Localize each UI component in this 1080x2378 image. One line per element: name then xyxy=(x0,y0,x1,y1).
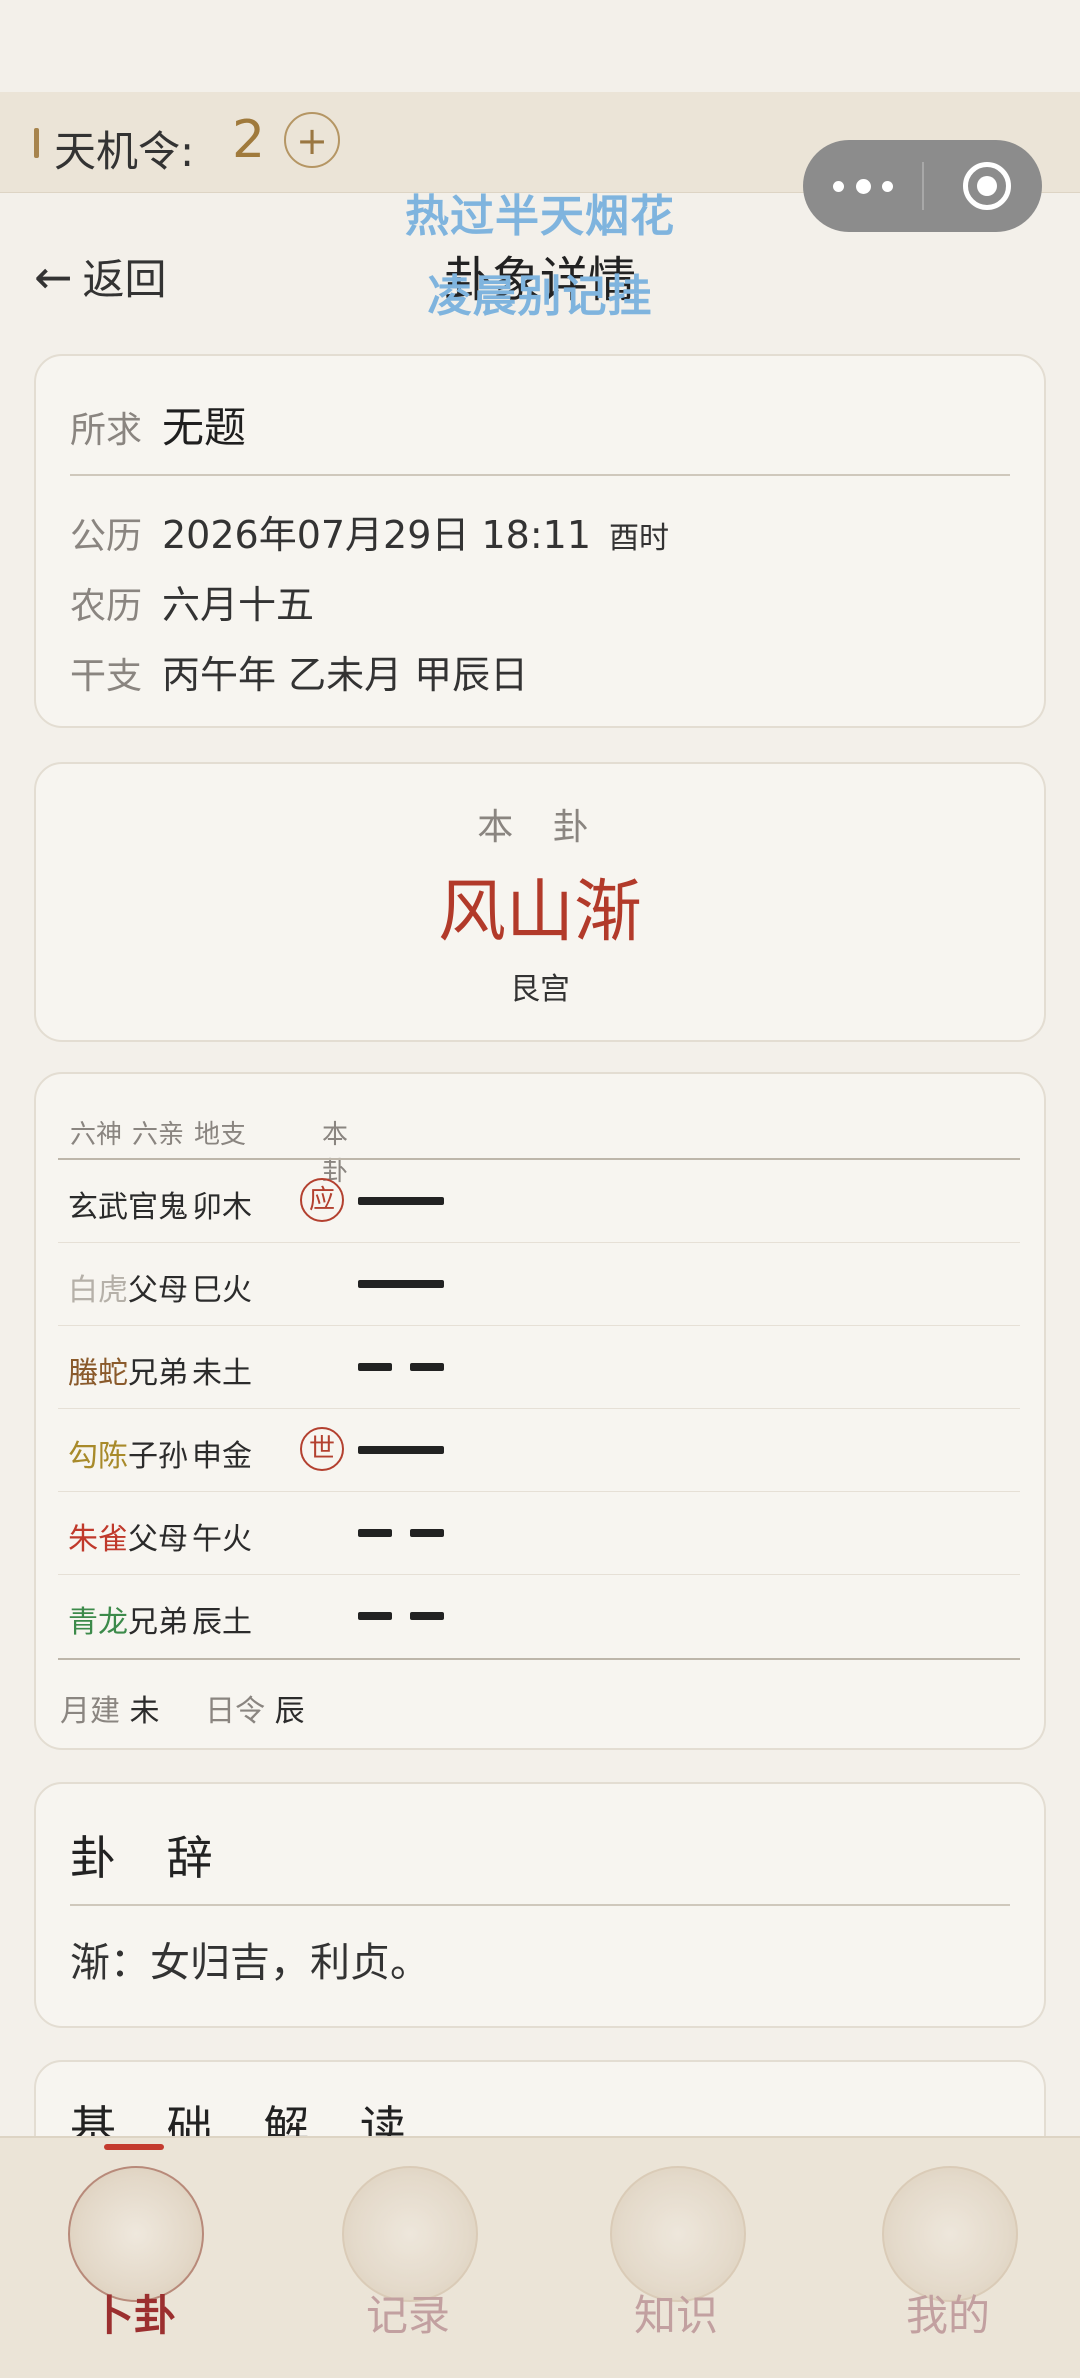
dizhi: 未土 xyxy=(192,1356,252,1391)
gua-label: 本 卦 xyxy=(477,807,603,848)
info-card: 所求 无题 公历 2026年07月29日 18:11 酉时 农历 六月十五 干支… xyxy=(34,354,1046,728)
tab-label: 记录 xyxy=(365,2291,450,2340)
seek-row: 所求 无题 xyxy=(70,394,246,455)
tab-records[interactable]: 记录 xyxy=(328,2166,488,2342)
yang-line xyxy=(358,1280,444,1288)
header-liuqin: 六亲 xyxy=(132,1120,185,1150)
header-dizhi: 地支 xyxy=(194,1120,247,1150)
guaci-text: 渐：女归吉，利贞。 xyxy=(70,1940,430,1986)
liuqin: 子孙 xyxy=(128,1439,188,1474)
liushen: 玄武 xyxy=(68,1190,128,1225)
yao-row: 朱雀 父母 午火 xyxy=(58,1492,1020,1575)
tab-mine[interactable]: 我的 xyxy=(868,2166,1028,2342)
seek-value: 无题 xyxy=(162,403,247,452)
tab-label: 知识 xyxy=(633,2291,718,2340)
solar-hour: 酉时 xyxy=(609,521,670,556)
yin-line xyxy=(358,1612,444,1620)
yao-row: 螣蛇 兄弟 未土 xyxy=(58,1326,1020,1409)
liushen: 朱雀 xyxy=(68,1522,128,1557)
add-token-button[interactable]: + xyxy=(284,112,340,168)
yang-line xyxy=(358,1446,444,1454)
liushen: 白虎 xyxy=(68,1273,128,1308)
liuqin: 父母 xyxy=(128,1273,188,1308)
solar-row: 公历 2026年07月29日 18:11 酉时 xyxy=(70,504,669,559)
gua-card: 本 卦 风山渐 艮宫 xyxy=(34,762,1046,1042)
dizhi: 午火 xyxy=(192,1522,252,1557)
month-value: 未 xyxy=(129,1694,160,1729)
active-tab-indicator xyxy=(104,2144,164,2150)
table-header: 六神 六亲 地支 本卦 xyxy=(70,1114,348,1187)
dizhi: 卯木 xyxy=(192,1190,252,1225)
month-label: 月建 xyxy=(60,1694,120,1729)
yang-line xyxy=(358,1197,444,1205)
liushen: 螣蛇 xyxy=(68,1356,128,1391)
guaci-card: 卦 辞 渐：女归吉，利贞。 xyxy=(34,1782,1046,2028)
dizhi: 辰土 xyxy=(192,1605,252,1640)
info-divider xyxy=(70,474,1010,476)
status-bar xyxy=(0,0,1080,92)
ganzhi-value: 丙午年 乙未月 甲辰日 xyxy=(162,653,529,697)
seek-label: 所求 xyxy=(70,410,143,451)
table-footer: 月建 未 日令 辰 xyxy=(60,1686,341,1730)
day-value: 辰 xyxy=(274,1694,305,1729)
dizhi: 巳火 xyxy=(192,1273,252,1308)
ganzhi-row: 干支 丙午年 乙未月 甲辰日 xyxy=(70,644,528,699)
guaci-divider xyxy=(70,1904,1010,1906)
gua-name: 风山渐 xyxy=(437,873,642,952)
yao-row: 青龙 兄弟 辰土 xyxy=(58,1575,1020,1657)
solar-value: 2026年07月29日 18:11 xyxy=(162,513,592,557)
dizhi: 申金 xyxy=(192,1439,252,1474)
liuqin: 兄弟 xyxy=(128,1605,188,1640)
lyric-overlay-line2: 凌晨别记挂 xyxy=(427,271,653,322)
yin-line xyxy=(358,1363,444,1371)
liuqin: 兄弟 xyxy=(128,1356,188,1391)
liushen: 勾陈 xyxy=(68,1439,128,1474)
tab-label: 我的 xyxy=(905,2291,990,2340)
lunar-value: 六月十五 xyxy=(162,583,315,627)
tab-label: 卜卦 xyxy=(91,2291,176,2340)
solar-label: 公历 xyxy=(70,516,143,557)
table-bottom-line xyxy=(58,1658,1020,1660)
tab-bar: 卜卦 记录 知识 我的 xyxy=(0,2136,1080,2378)
header-liushen: 六神 xyxy=(70,1120,123,1150)
yao-row: 白虎 父母 巳火 xyxy=(58,1243,1020,1326)
ganzhi-label: 干支 xyxy=(70,656,143,697)
lunar-label: 农历 xyxy=(70,586,143,627)
liushen: 青龙 xyxy=(68,1605,128,1640)
lyric-overlay-line1: 热过半天烟花 xyxy=(405,191,675,242)
token-label: 天机令: xyxy=(54,127,195,176)
token-count: 2 xyxy=(232,110,266,170)
liuqin: 官鬼 xyxy=(128,1190,188,1225)
liuqin: 父母 xyxy=(128,1522,188,1557)
token-mark xyxy=(34,128,39,158)
lunar-row: 农历 六月十五 xyxy=(70,574,314,629)
yin-line xyxy=(358,1529,444,1537)
shiying-mark: 世 xyxy=(300,1427,344,1471)
yao-table-card: 六神 六亲 地支 本卦 玄武 官鬼 卯木应白虎 父母 巳火 螣蛇 兄弟 未土 勾陈 子孙 申金世朱雀 父母午… xyxy=(34,1072,1046,1750)
guaci-title: 卦 辞 xyxy=(70,1831,231,1885)
shiying-mark: 应 xyxy=(300,1178,344,1222)
tab-divination[interactable]: 卜卦 xyxy=(54,2166,214,2342)
tab-knowledge[interactable]: 知识 xyxy=(596,2166,756,2342)
yao-row: 勾陈 子孙 申金 世 xyxy=(58,1409,1020,1492)
gua-palace: 艮宫 xyxy=(510,972,570,1007)
day-label: 日令 xyxy=(205,1694,266,1729)
yao-row: 玄武 官鬼 卯木 应 xyxy=(58,1160,1020,1243)
